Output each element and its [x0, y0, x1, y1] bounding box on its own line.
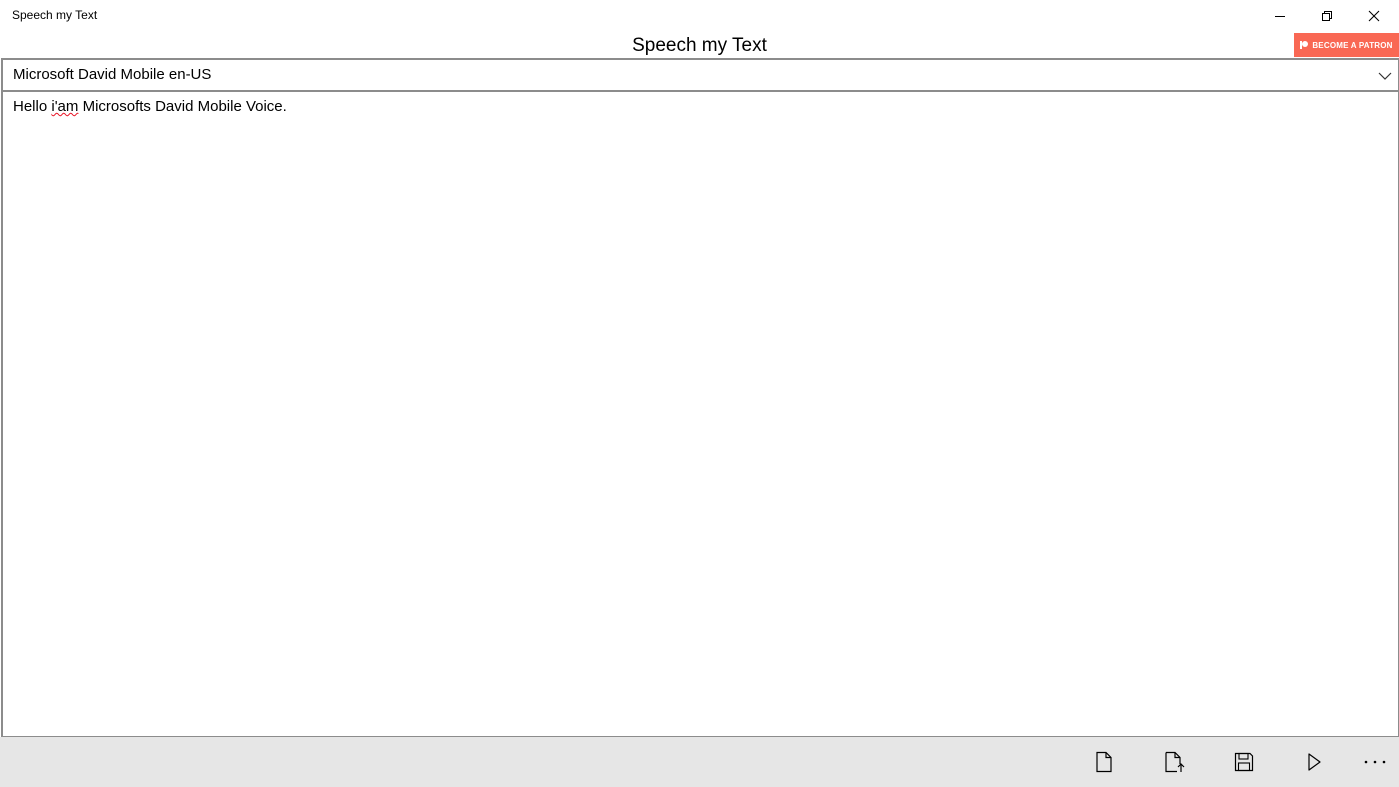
open-file-icon — [1163, 751, 1185, 773]
patreon-icon — [1300, 41, 1309, 49]
app-header: Speech my Text BECOME A PATRON — [0, 32, 1399, 58]
minimize-icon — [1274, 10, 1286, 22]
chevron-down-icon — [1378, 68, 1392, 86]
play-icon — [1305, 752, 1323, 772]
title-bar: Speech my Text — [0, 0, 1399, 32]
text-editor[interactable]: Hello i'am Microsofts David Mobile Voice… — [1, 91, 1399, 738]
minimize-button[interactable] — [1257, 0, 1303, 32]
new-document-button[interactable] — [1084, 745, 1124, 779]
editor-text: Hello i'am Microsofts David Mobile Voice… — [13, 98, 287, 115]
voice-select[interactable]: Microsoft David Mobile en-US — [1, 58, 1399, 92]
editor-text-before: Hello — [13, 98, 52, 115]
more-options-button[interactable] — [1355, 745, 1395, 779]
command-bar — [0, 737, 1399, 787]
open-file-button[interactable] — [1154, 745, 1194, 779]
restore-icon — [1321, 10, 1333, 22]
app-window: Speech my Text Speech my Text BECOME A P… — [0, 0, 1399, 787]
editor-text-after: Microsofts David Mobile Voice. — [78, 98, 287, 115]
misspelled-word: i'am — [51, 98, 79, 115]
play-button[interactable] — [1294, 745, 1334, 779]
save-icon — [1233, 751, 1255, 773]
save-button[interactable] — [1224, 745, 1264, 779]
window-title: Speech my Text — [12, 8, 98, 22]
close-icon — [1368, 10, 1380, 22]
page-title: Speech my Text — [632, 35, 767, 56]
become-a-patron-button[interactable]: BECOME A PATRON — [1294, 33, 1399, 57]
close-button[interactable] — [1351, 0, 1397, 32]
more-icon — [1363, 759, 1387, 765]
voice-select-value: Microsoft David Mobile en-US — [13, 66, 212, 83]
new-document-icon — [1094, 751, 1114, 773]
restore-button[interactable] — [1304, 0, 1350, 32]
patron-button-label: BECOME A PATRON — [1312, 40, 1393, 50]
